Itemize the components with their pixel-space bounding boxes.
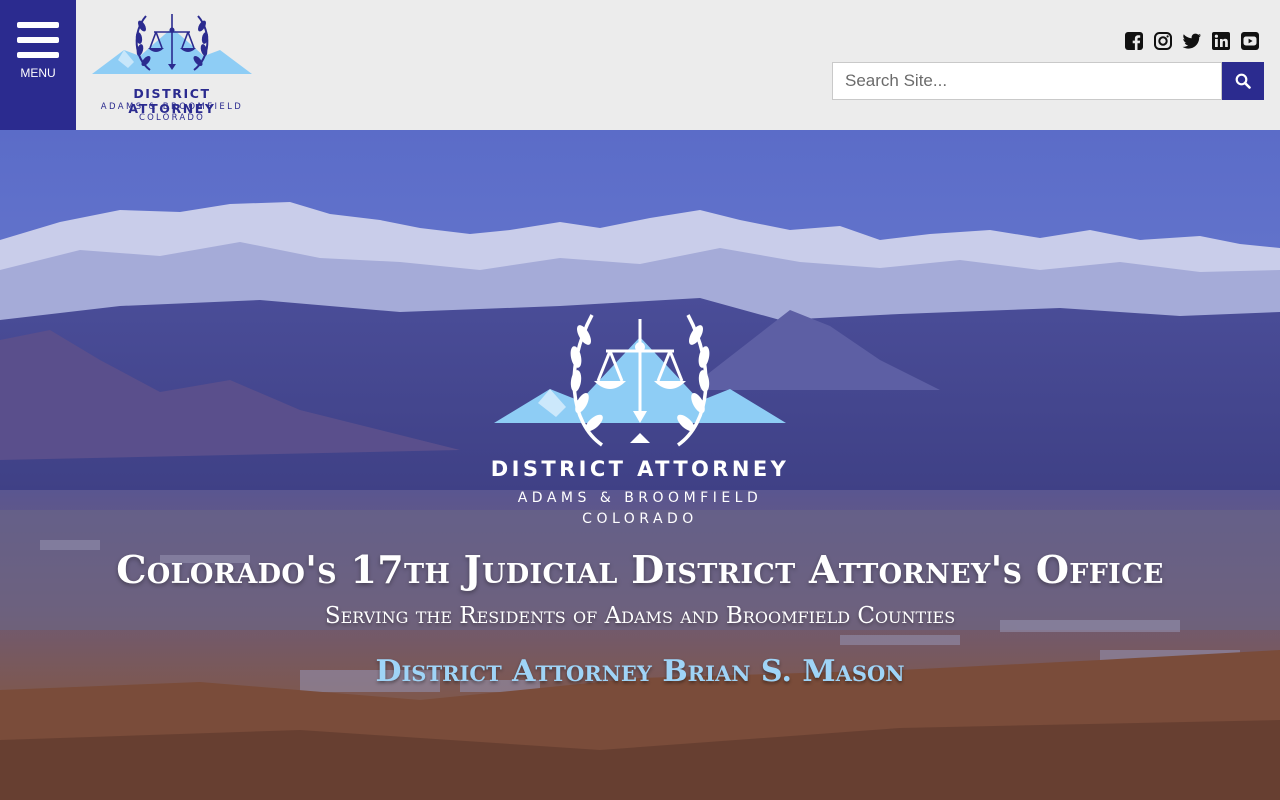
instagram-icon[interactable] [1153,31,1173,51]
hero-subtitle: Serving the Residents of Adams and Broom… [324,603,956,629]
hero-emblem-icon [494,314,786,447]
search-button[interactable] [1222,62,1264,100]
hero-logo-subtitle-state: COLORADO [582,511,698,527]
site-search [832,62,1264,100]
facebook-square-icon[interactable] [1124,31,1144,51]
hero-title: Colorado's 17th Judicial District Attorn… [116,547,1164,592]
hero-logo-subtitle: ADAMS & BROOMFIELD [517,490,763,506]
hero-logo-title: DISTRICT ATTORNEY [490,457,790,481]
hamburger-icon [17,22,59,58]
logo-subtitle-state: COLORADO [139,113,205,123]
search-icon [1235,73,1251,89]
site-header: MENU DISTRICT ATTORNEY ADAMS & BROOMFIEL… [0,0,1280,130]
linkedin-icon[interactable] [1211,31,1231,51]
district-attorney-link[interactable]: District Attorney Brian S. Mason [0,654,1280,689]
logo-subtitle: ADAMS & BROOMFIELD [100,102,244,112]
twitter-icon[interactable] [1182,31,1202,51]
hero-logo: DISTRICT ATTORNEY ADAMS & BROOMFIELD COL… [480,305,800,530]
social-links [1124,31,1260,51]
search-input[interactable] [832,62,1222,100]
menu-button[interactable]: MENU [0,0,76,130]
hero-banner: DISTRICT ATTORNEY ADAMS & BROOMFIELD COL… [0,130,1280,800]
site-logo[interactable]: DISTRICT ATTORNEY ADAMS & BROOMFIELD COL… [88,6,256,126]
menu-label: MENU [20,66,56,80]
logo-emblem-icon [92,14,252,74]
youtube-icon[interactable] [1240,31,1260,51]
